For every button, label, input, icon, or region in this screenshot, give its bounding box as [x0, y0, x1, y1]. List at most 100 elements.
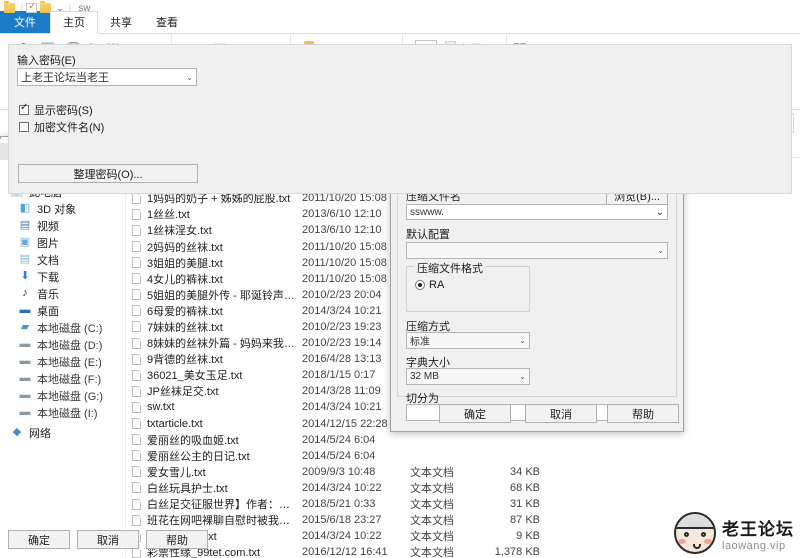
password-cancel-button[interactable]: 取消 [77, 530, 139, 549]
tab-file[interactable]: 文件 [0, 11, 50, 33]
text-file-icon [132, 353, 141, 365]
chevron-down-icon[interactable]: ⌄ [519, 336, 526, 345]
archive-name-input[interactable]: sswww. ⌄ [406, 204, 668, 220]
sidebar-item-label: 桌面 [37, 305, 59, 318]
show-password-checkbox[interactable]: 显示密码(S) [19, 102, 93, 118]
sidebar-item-label: 音乐 [37, 288, 59, 301]
video-icon: ▤ [19, 219, 31, 231]
sidebar-item-12[interactable]: ▬ 本地磁盘 (E:) [0, 353, 125, 370]
checkbox-icon [19, 122, 29, 132]
file-explorer-window: | ⌄ | sw 文件 主页 共享 查看 固定到 快速访问 复 [0, 0, 800, 558]
file-date: 2016/12/12 16:41 [302, 546, 388, 558]
file-name: 36021_美女玉足.txt [147, 370, 243, 383]
file-date: 2018/1/15 0:17 [302, 369, 376, 382]
file-name: 9背德的丝袜.txt [147, 354, 223, 367]
document-icon: ▤ [19, 253, 31, 265]
sidebar-item-3[interactable]: ◧ 3D 对象 [0, 200, 125, 217]
text-file-icon [132, 208, 141, 220]
dialog-body: 压缩文件名 sswww. ⌄ 浏览(B)... 默认配置 ⌄ 压缩文件格式 RA… [397, 181, 677, 421]
file-date: 2010/2/23 20:04 [302, 288, 382, 301]
sidebar-item-5[interactable]: ▣ 图片 [0, 234, 125, 251]
compression-method-combo[interactable]: 标准 ⌄ [406, 332, 530, 349]
sidebar-item-label: 网络 [29, 427, 51, 440]
table-row[interactable]: 爱丽丝公主的日记.txt 2014/5/24 6:04 [126, 448, 800, 464]
file-name: 1丝丝.txt [147, 209, 190, 222]
file-date: 2013/6/10 12:10 [302, 208, 382, 221]
old-man-avatar-icon [674, 512, 716, 554]
sidebar-item-10[interactable]: ▰ 本地磁盘 (C:) [0, 319, 125, 336]
file-date: 2010/2/23 19:23 [302, 320, 382, 333]
file-name: 白丝玩具护士.txt [147, 482, 228, 495]
text-file-icon [132, 482, 141, 494]
file-size: 87 KB [510, 514, 540, 527]
table-row[interactable]: 爱女雪儿.txt 2009/9/3 10:48 文本文档 34 KB [126, 464, 800, 480]
password-label: 输入密码(E) [17, 55, 76, 67]
file-date: 2014/5/24 6:04 [302, 433, 376, 446]
sidebar-item-16[interactable]: ◆ 网络 [0, 424, 125, 441]
password-entry-group: 输入密码(E) 上老王论坛当老王 ⌄ 显示密码(S) 加密文件名(N) 整理密码… [8, 44, 792, 194]
rar-cancel-button[interactable]: 取消 [525, 404, 597, 423]
sidebar-item-14[interactable]: ▬ 本地磁盘 (G:) [0, 387, 125, 404]
text-file-icon [132, 450, 141, 462]
file-size: 1,378 KB [494, 546, 540, 558]
text-file-icon [132, 257, 141, 269]
sidebar-item-label: 文档 [37, 254, 59, 267]
sidebar-item-7[interactable]: ⬇ 下载 [0, 268, 125, 285]
radio-icon [415, 280, 425, 290]
file-date: 2011/10/20 15:08 [302, 272, 387, 285]
network-icon: ◆ [12, 426, 22, 438]
sidebar-item-13[interactable]: ▬ 本地磁盘 (F:) [0, 370, 125, 387]
tab-view[interactable]: 查看 [144, 12, 190, 33]
file-name: sw.txt [147, 401, 175, 414]
rar-help-button[interactable]: 帮助 [607, 404, 679, 423]
text-file-icon [132, 514, 141, 526]
text-file-icon [132, 192, 141, 204]
archive-format-group: 压缩文件格式 RA [406, 260, 530, 312]
file-name: 6母爱的裤袜.txt [147, 305, 223, 318]
sidebar-item-label: 本地磁盘 (C:) [37, 322, 103, 335]
password-input[interactable]: 上老王论坛当老王 ⌄ [17, 68, 197, 86]
encrypt-filenames-checkbox[interactable]: 加密文件名(N) [19, 119, 104, 135]
password-ok-button[interactable]: 确定 [8, 530, 70, 549]
chevron-down-icon[interactable]: ⌄ [657, 246, 664, 255]
table-row[interactable]: 白丝玩具护士.txt 2014/3/24 10:22 文本文档 68 KB [126, 480, 800, 496]
sidebar-item-15[interactable]: ▬ 本地磁盘 (I:) [0, 404, 125, 421]
sidebar-item-6[interactable]: ▤ 文档 [0, 251, 125, 268]
table-row[interactable]: 白丝足交征服世界】作者：poop000_2... 2018/5/21 0:33 文本… [126, 496, 800, 512]
file-date: 2014/5/24 6:04 [302, 449, 376, 462]
file-type: 文本文档 [410, 466, 454, 479]
dictionary-size-combo[interactable]: 32 MB ⌄ [406, 368, 530, 385]
file-date: 2016/4/28 13:13 [302, 353, 382, 366]
sidebar-item-8[interactable]: ♪ 音乐 [0, 285, 125, 302]
checkbox-icon [19, 102, 29, 115]
file-date: 2014/3/24 10:22 [302, 530, 382, 543]
text-file-icon [132, 305, 141, 317]
table-row[interactable]: 爱丽丝的吸血姬.txt 2014/5/24 6:04 [126, 432, 800, 448]
properties-check-icon[interactable] [26, 1, 38, 13]
desktop-icon: ▬ [19, 304, 31, 316]
sidebar-item-9[interactable]: ▬ 桌面 [0, 302, 125, 319]
sidebar-item-label: 3D 对象 [37, 203, 77, 216]
file-date: 2014/3/24 10:21 [302, 304, 382, 317]
drive-icon: ▬ [19, 355, 31, 367]
file-date: 2014/3/24 10:22 [302, 481, 382, 494]
chevron-down-icon[interactable]: ⌄ [519, 372, 526, 381]
chevron-down-icon[interactable]: ⌄ [656, 207, 664, 218]
file-name: 爱丽丝公主的日记.txt [147, 450, 250, 463]
password-help-button[interactable]: 帮助 [146, 530, 208, 549]
file-name: JP丝袜足交.txt [147, 386, 219, 399]
watermark-name: 老王论坛 [722, 519, 794, 539]
tab-home[interactable]: 主页 [50, 11, 98, 34]
sidebar-item-label: 本地磁盘 (E:) [37, 356, 102, 369]
text-file-icon [132, 401, 141, 413]
chevron-down-icon[interactable]: ⌄ [186, 73, 193, 82]
organize-passwords-button[interactable]: 整理密码(O)... [18, 164, 198, 183]
format-rar-radio[interactable]: RA [415, 279, 444, 291]
sidebar-item-4[interactable]: ▤ 视频 [0, 217, 125, 234]
file-date: 2018/5/21 0:33 [302, 498, 376, 511]
tab-share[interactable]: 共享 [98, 12, 144, 33]
sidebar-item-label: 本地磁盘 (F:) [37, 373, 102, 386]
profile-combo[interactable]: ⌄ [406, 242, 668, 259]
sidebar-item-11[interactable]: ▬ 本地磁盘 (D:) [0, 336, 125, 353]
rar-ok-button[interactable]: 确定 [439, 404, 511, 423]
